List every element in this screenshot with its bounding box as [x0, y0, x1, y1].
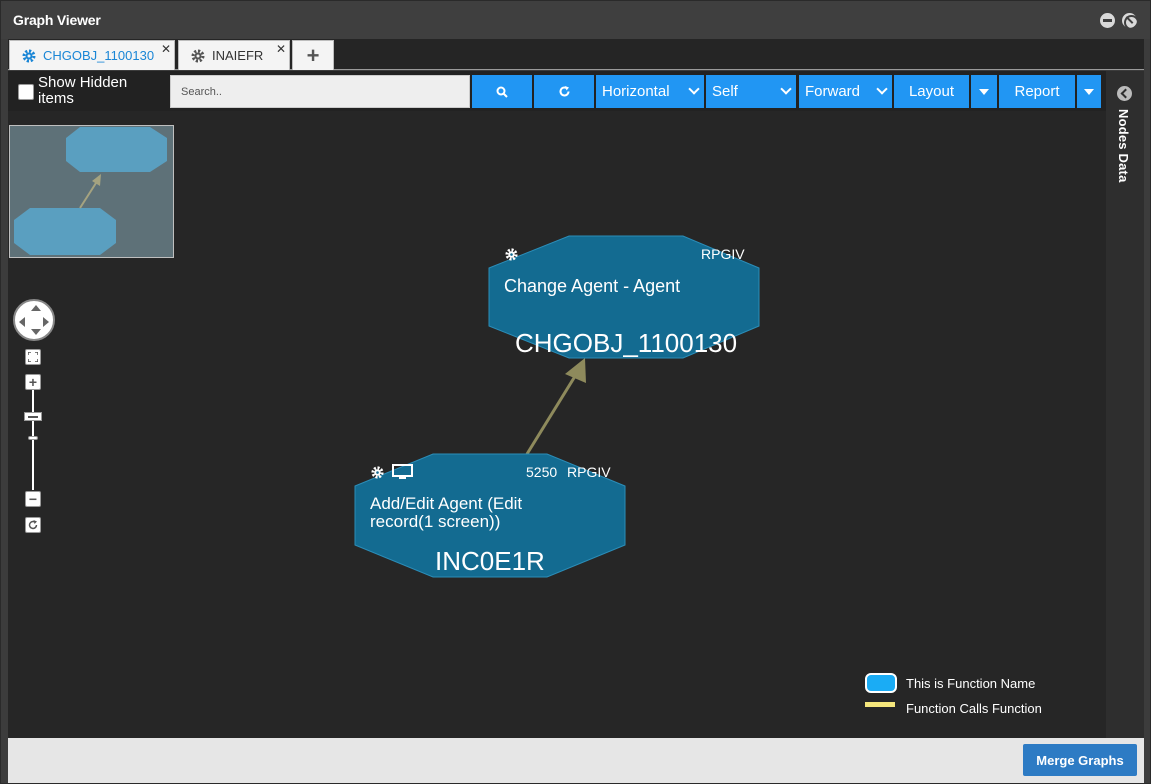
search-icon	[496, 86, 508, 98]
tab-bar: CHGOBJ_1100130 ✕ INAIEFR ✕ +	[8, 39, 1144, 70]
edge-arrowhead	[565, 358, 586, 383]
search-input[interactable]: Search..	[170, 75, 470, 108]
gear-icon	[191, 49, 205, 62]
report-dropdown-button[interactable]	[1077, 75, 1101, 108]
reset-icon	[28, 520, 38, 530]
minimap-edge	[79, 182, 97, 209]
pan-right-icon[interactable]	[43, 317, 49, 327]
minimap-node	[66, 127, 167, 172]
node-language: RPGIV	[701, 246, 745, 262]
layout-dropdown-button[interactable]	[971, 75, 997, 108]
chevron-down-icon	[780, 83, 792, 95]
legend-node-label: This is Function Name	[906, 676, 1036, 691]
scope-select[interactable]: Self	[706, 75, 796, 108]
monitor-icon	[392, 464, 413, 479]
show-hidden-checkbox[interactable]	[18, 84, 34, 100]
scope-value: Self	[712, 83, 738, 100]
node-id: CHGOBJ_1100130	[515, 328, 738, 358]
caret-down-icon	[979, 88, 989, 95]
title-bar: Graph Viewer	[1, 1, 1150, 39]
node-description-line2: record(1 screen))	[370, 512, 501, 531]
merge-graphs-button[interactable]: Merge Graphs	[1023, 744, 1137, 776]
fit-screen-icon	[28, 352, 38, 362]
zoom-slider-tick	[28, 436, 38, 440]
zoom-slider-handle[interactable]	[24, 412, 42, 421]
zoom-in-button[interactable]: +	[25, 374, 41, 390]
node-id: INC0E1R	[435, 546, 545, 576]
flow-value: Forward	[805, 83, 861, 100]
close-window-icon[interactable]	[1122, 13, 1139, 30]
report-button[interactable]: Report	[999, 75, 1075, 108]
pan-down-icon[interactable]	[31, 329, 41, 335]
nodes-data-panel[interactable]: Nodes Data	[1106, 71, 1144, 738]
tab-label: INAIEFR	[212, 48, 264, 63]
tab-close-icon[interactable]: ✕	[276, 42, 286, 56]
fit-to-screen-button[interactable]	[25, 349, 41, 365]
caret-down-icon	[1084, 88, 1094, 95]
window-title: Graph Viewer	[13, 12, 101, 28]
direction-select[interactable]: Horizontal	[596, 75, 704, 108]
add-tab-button[interactable]: +	[292, 40, 334, 70]
toolbar: Show Hidden items Search.. Horizontal Se…	[8, 71, 1144, 111]
tab-chgobj[interactable]: CHGOBJ_1100130 ✕	[9, 40, 175, 70]
footer-bar: Merge Graphs	[8, 738, 1144, 783]
layout-button[interactable]: Layout	[894, 75, 969, 108]
node-description: Change Agent - Agent	[504, 276, 681, 296]
expand-panel-icon[interactable]	[1117, 86, 1132, 101]
show-hidden-label: Show Hidden items	[38, 74, 128, 107]
graph-viewer-window: Graph Viewer CHGOBJ_1100130 ✕ INAIEFR ✕ …	[0, 0, 1151, 784]
legend-edge-swatch	[865, 702, 895, 707]
legend-edge-label: Function Calls Function	[906, 701, 1042, 716]
gear-icon	[505, 248, 518, 261]
pan-left-icon[interactable]	[19, 317, 25, 327]
chevron-down-icon	[688, 83, 700, 95]
search-button[interactable]	[472, 75, 532, 108]
minimap-arrowhead	[92, 174, 101, 186]
minimize-icon[interactable]	[1100, 13, 1115, 28]
minimap-node	[14, 208, 116, 255]
zoom-slider-track[interactable]	[32, 390, 34, 490]
tab-close-icon[interactable]: ✕	[161, 42, 171, 56]
pan-up-icon[interactable]	[31, 305, 41, 311]
zoom-out-button[interactable]: −	[25, 491, 41, 507]
chevron-down-icon	[876, 83, 888, 95]
tab-label: CHGOBJ_1100130	[43, 48, 155, 63]
minimap-graph	[14, 127, 167, 255]
legend-node-swatch	[865, 673, 897, 693]
pan-control[interactable]	[13, 299, 55, 341]
reset-view-button[interactable]	[25, 517, 41, 533]
gear-icon	[371, 466, 384, 479]
node-number: 5250	[526, 464, 558, 480]
refresh-icon	[559, 86, 569, 97]
minimap[interactable]	[9, 125, 174, 258]
node-language: RPGIV	[567, 464, 611, 480]
nodes-data-label: Nodes Data	[1116, 109, 1131, 183]
tab-inaiefr[interactable]: INAIEFR ✕	[178, 40, 290, 70]
flow-select[interactable]: Forward	[799, 75, 892, 108]
node-description-line1: Add/Edit Agent (Edit	[370, 494, 523, 513]
gear-icon	[22, 49, 36, 62]
direction-value: Horizontal	[602, 83, 670, 100]
graph-edge	[525, 372, 579, 455]
refresh-button[interactable]	[534, 75, 594, 108]
